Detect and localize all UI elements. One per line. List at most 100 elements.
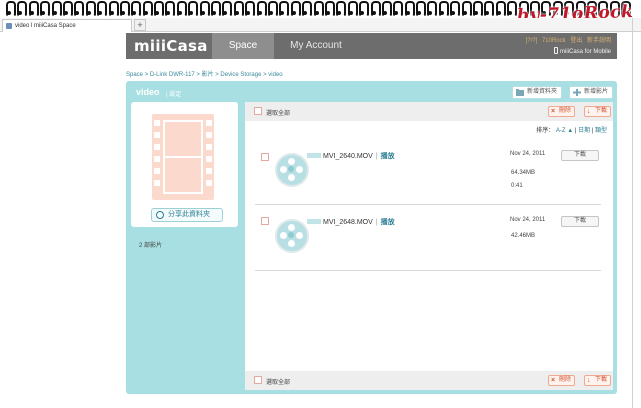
select-all-checkbox[interactable] — [254, 376, 262, 384]
spiral-ring — [425, 0, 438, 17]
new-video-label: 新增影片 — [584, 89, 609, 95]
folder-preview-card: 分享此資料夾 — [131, 102, 238, 227]
spiral-ring — [129, 0, 142, 17]
spiral-ring — [277, 0, 290, 17]
spiral-ring — [27, 0, 40, 17]
film-reel-icon — [275, 153, 321, 187]
share-folder-button[interactable]: 分享此資料夾 — [151, 208, 223, 222]
sort-az-link[interactable]: A-Z ▲ — [556, 128, 573, 134]
header-user-links: [?/?] 710Rock 登出 新手說明 — [523, 35, 611, 44]
screenshot-frame: by-71oRock video l miiiCasa Space + miii… — [0, 0, 641, 408]
nav-space-tab[interactable]: Space — [212, 33, 274, 59]
spiral-ring — [50, 0, 62, 17]
spiral-ring — [403, 0, 416, 17]
user-name-link[interactable]: 710Rock — [542, 38, 566, 44]
spiral-ring — [505, 0, 518, 17]
file-size: 42.46MB — [511, 233, 536, 239]
file-checkbox[interactable] — [261, 217, 269, 225]
spiral-ring — [437, 0, 450, 17]
spiral-ring — [15, 0, 28, 17]
user-status: [?/?] — [525, 38, 538, 44]
file-duration: 0:41 — [511, 183, 523, 189]
spiral-ring — [312, 0, 324, 17]
delete-icon: × — [551, 377, 556, 384]
spiral-ring — [369, 0, 381, 17]
spiral-ring — [494, 0, 507, 17]
app-header: miiiCasa Space My Account [?/?] 710Rock … — [126, 33, 617, 59]
spiral-ring — [243, 0, 256, 17]
download-label: 下載 — [595, 108, 608, 114]
spiral-ring — [323, 0, 336, 17]
delete-button[interactable]: × 刪除 — [548, 106, 576, 117]
miiicasa-logo[interactable]: miiiCasa — [134, 37, 208, 55]
folder-title: video — [136, 87, 160, 97]
file-row[interactable]: MVI_2640.MOV | 播放 Nov 24, 2011 64.34MB 0:4… — [255, 147, 601, 205]
nav-my-account-tab[interactable]: My Account — [276, 33, 356, 59]
folder-settings-link[interactable]: | 設定 — [166, 89, 181, 98]
film-icon — [152, 114, 214, 200]
file-date: Nov 24, 2011 — [510, 151, 546, 157]
breadcrumb[interactable]: Space > D-Link DWR-117 > 影片 > Device Sto… — [126, 69, 283, 78]
spiral-ring — [72, 0, 85, 17]
spiral-ring — [95, 0, 108, 17]
play-link[interactable]: 播放 — [381, 153, 395, 160]
bottom-toolbar: 選取全部 × 刪除 ↓ 下載 — [245, 371, 613, 390]
sort-separator: | — [574, 128, 577, 134]
download-icon: ↓ — [587, 108, 591, 115]
browser-tab[interactable]: video l miiiCasa Space — [2, 19, 132, 32]
spiral-ring — [266, 0, 279, 17]
spiral-ring — [346, 0, 359, 17]
file-download-button[interactable]: 下載 — [561, 150, 599, 161]
spiral-ring — [300, 0, 313, 17]
help-link[interactable]: 新手說明 — [587, 38, 611, 44]
file-checkbox[interactable] — [261, 153, 269, 161]
file-name-line: MVI_2648.MOV | 播放 — [323, 219, 395, 226]
share-icon — [156, 211, 164, 219]
select-all-label: 選取全部 — [266, 380, 291, 386]
sort-type-link[interactable]: 類型 — [595, 128, 607, 134]
spiral-ring — [357, 0, 370, 17]
film-reel-icon — [275, 219, 321, 253]
file-name-line: MVI_2640.MOV | 播放 — [323, 153, 395, 160]
file-row[interactable]: MVI_2648.MOV | 播放 Nov 24, 2011 42.46MB 下載 — [255, 213, 601, 271]
download-icon: ↓ — [587, 377, 591, 384]
new-folder-label: 新增資料夾 — [527, 89, 558, 95]
favicon-icon — [6, 23, 12, 29]
file-date: Nov 24, 2011 — [510, 217, 546, 223]
sort-label: 排序： — [536, 128, 555, 134]
file-name[interactable]: MVI_2640.MOV — [323, 153, 373, 160]
new-folder-icon — [516, 89, 524, 96]
top-toolbar: 選取全部 × 刪除 ↓ 下載 — [245, 102, 613, 121]
new-folder-button[interactable]: 新增資料夾 — [512, 86, 563, 99]
download-button[interactable]: ↓ 下載 — [584, 375, 612, 386]
download-button[interactable]: ↓ 下載 — [584, 106, 612, 117]
sort-bar: 排序： A-Z ▲ | 日期 | 類型 — [536, 125, 607, 134]
file-list-pane: 選取全部 ×刪除 ↓下載 排序： A-Z ▲ | 日期 | 類型 MVI_2 — [245, 102, 613, 390]
mobile-link[interactable]: miiiCasa for Mobile — [553, 47, 611, 55]
sort-separator: | — [591, 128, 594, 134]
browser-tab-bar: video l miiiCasa Space + — [0, 18, 641, 32]
play-link[interactable]: 播放 — [381, 219, 395, 226]
spiral-ring — [152, 0, 165, 17]
video-count: 2 部影片 — [139, 243, 163, 249]
spiral-ring — [471, 0, 484, 17]
spiral-ring — [141, 0, 154, 17]
select-all-checkbox[interactable] — [254, 107, 262, 115]
spiral-ring — [460, 0, 473, 17]
spiral-ring — [232, 0, 245, 17]
sort-date-link[interactable]: 日期 — [578, 128, 590, 134]
spiral-ring — [380, 0, 393, 17]
file-download-button[interactable]: 下載 — [561, 216, 599, 227]
spiral-ring — [175, 0, 188, 17]
spiral-ring — [414, 0, 427, 17]
delete-button[interactable]: × 刪除 — [548, 375, 576, 386]
main-panel: video | 設定 新增資料夾 新增影片 分享此資料夾 2 部影片 選取全部 … — [126, 81, 617, 394]
file-size: 64.34MB — [511, 170, 536, 176]
spiral-ring — [198, 0, 211, 17]
new-tab-button[interactable]: + — [134, 19, 146, 31]
file-name[interactable]: MVI_2648.MOV — [323, 219, 373, 226]
logout-link[interactable]: 登出 — [570, 38, 582, 44]
spiral-ring — [289, 0, 302, 17]
spiral-ring — [209, 0, 222, 17]
new-video-button[interactable]: 新增影片 — [569, 86, 614, 99]
